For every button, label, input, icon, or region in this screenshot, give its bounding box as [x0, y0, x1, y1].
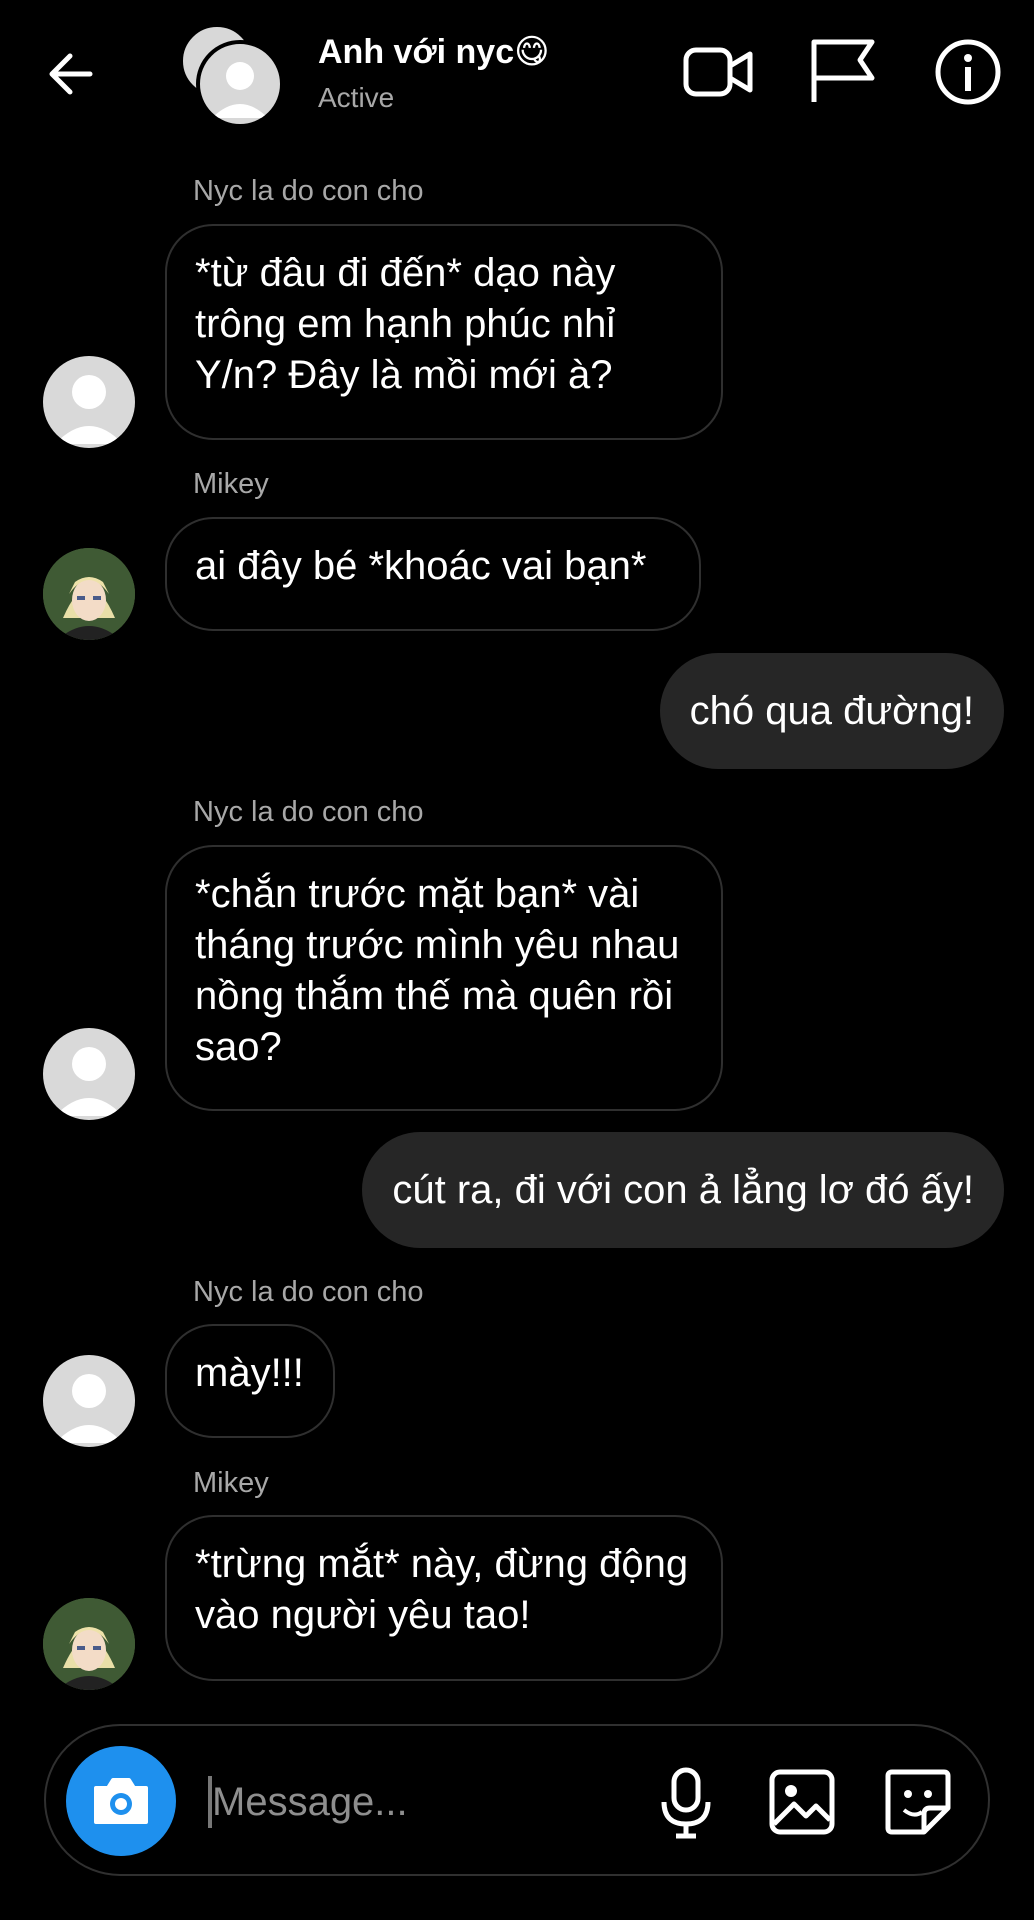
- sender-name: Nyc la do con cho: [193, 1276, 424, 1308]
- person-icon: [55, 1374, 123, 1443]
- incoming-message[interactable]: ai đây bé *khoác vai bạn*: [165, 517, 701, 631]
- group-avatar[interactable]: [180, 24, 284, 128]
- person-icon: [212, 62, 268, 118]
- avatar[interactable]: [43, 1028, 135, 1120]
- sender-name: Nyc la do con cho: [193, 175, 424, 207]
- gallery-icon[interactable]: [762, 1762, 842, 1842]
- incoming-message[interactable]: *chắn trước mặt bạn* vài tháng trước mìn…: [165, 845, 723, 1111]
- incoming-message[interactable]: mày!!!: [165, 1324, 335, 1438]
- mikey-avatar[interactable]: [43, 1598, 135, 1690]
- mikey-avatar[interactable]: [43, 548, 135, 640]
- person-icon: [55, 1047, 123, 1116]
- sticker-icon[interactable]: [878, 1762, 958, 1842]
- sender-name: Mikey: [193, 1467, 269, 1499]
- incoming-message[interactable]: *trừng mắt* này, đừng động vào người yêu…: [165, 1515, 723, 1681]
- anime-character-avatar: [43, 1598, 135, 1690]
- avatar-front: [196, 40, 284, 128]
- sender-name: Mikey: [193, 468, 269, 500]
- sender-name: Nyc la do con cho: [193, 796, 424, 828]
- avatar[interactable]: [43, 356, 135, 448]
- outgoing-message[interactable]: chó qua đường!: [659, 653, 1004, 769]
- incoming-message[interactable]: *từ đâu đi đến* dạo này trông em hạnh ph…: [165, 224, 723, 440]
- camera-button[interactable]: [66, 1746, 176, 1856]
- info-icon[interactable]: [930, 34, 1006, 110]
- chat-title[interactable]: Anh với nyc😋: [318, 32, 550, 72]
- person-icon: [55, 375, 123, 444]
- back-arrow-icon[interactable]: [40, 42, 104, 106]
- camera-icon: [94, 1778, 148, 1824]
- message-input[interactable]: [212, 1772, 652, 1832]
- anime-character-avatar: [43, 548, 135, 640]
- avatar[interactable]: [43, 1355, 135, 1447]
- video-call-icon[interactable]: [680, 34, 756, 110]
- chat-header: Anh với nyc😋 Active: [0, 0, 1034, 150]
- message-composer: [44, 1724, 990, 1876]
- microphone-icon[interactable]: [646, 1762, 726, 1842]
- outgoing-message[interactable]: cút ra, đi với con ả lẳng lơ đó ấy!: [362, 1132, 1004, 1248]
- active-status: Active: [318, 82, 395, 113]
- flag-icon[interactable]: [804, 34, 880, 110]
